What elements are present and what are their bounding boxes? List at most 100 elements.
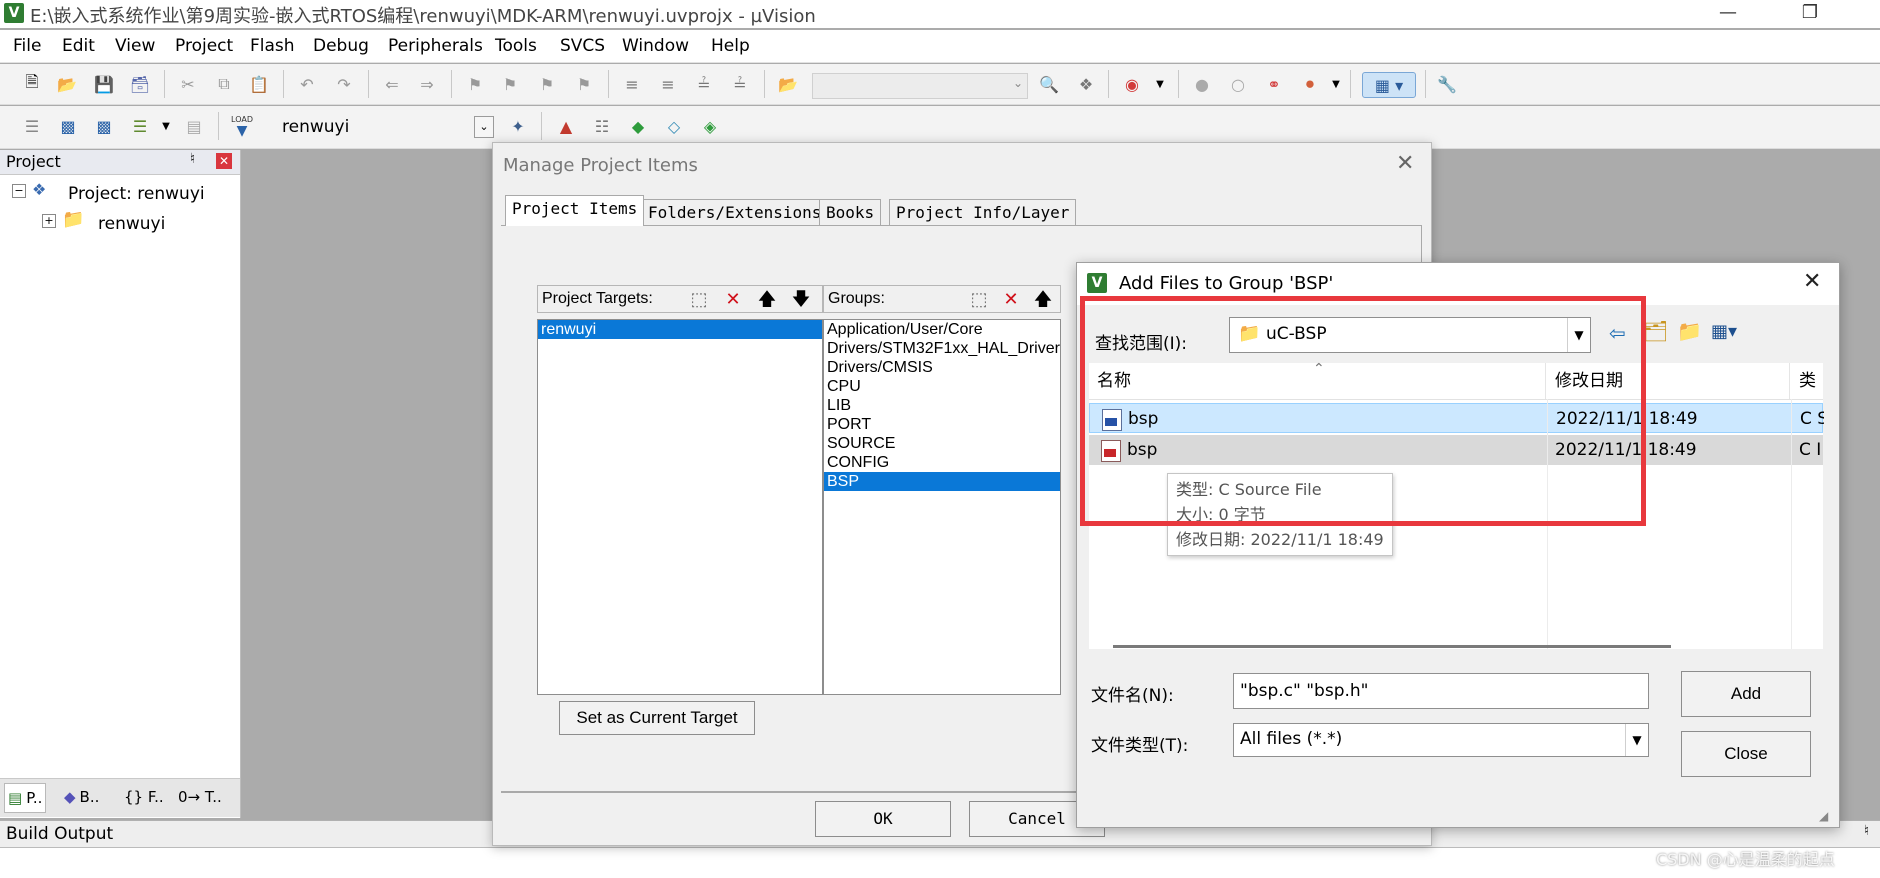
list-item[interactable]: renwuyi [538,320,822,339]
batch-dropdown-icon[interactable]: ▼ [154,114,178,138]
disable-all-breakpoints-icon[interactable]: ⚭ [1262,72,1286,96]
save-all-icon[interactable]: 🗃 [128,72,152,96]
list-item[interactable]: PORT [824,415,1060,434]
breakpoint-dropdown-icon[interactable]: ▼ [1324,72,1348,96]
tab-project-items[interactable]: Project Items [505,195,645,226]
project-target-label[interactable]: renwuyi [98,214,165,234]
incremental-find-icon[interactable]: ❖ [1074,72,1098,96]
add-button[interactable]: Add [1681,671,1811,717]
window-layout-icon[interactable]: ▦ ▾ [1362,72,1416,98]
list-item[interactable]: CPU [824,377,1060,396]
new-folder-icon[interactable]: 📁 [1677,319,1702,343]
up-folder-icon[interactable]: 🗂 [1643,319,1668,343]
delete-icon[interactable]: ✕ [720,286,746,312]
batch-build-icon[interactable]: ☰ [128,114,152,138]
pin-icon[interactable]: ♮ [190,151,195,167]
tab-books[interactable]: Books [819,199,882,226]
run-time-env-icon[interactable]: ◈ [698,114,722,138]
nav-back-icon[interactable]: ⇐ [380,72,404,96]
copy-icon[interactable]: ⧉ [212,72,236,96]
manage-project-items-icon[interactable]: ▲ [554,114,578,138]
chevron-down-icon[interactable]: ▼ [1625,724,1648,756]
filename-input[interactable]: "bsp.c" "bsp.h" [1233,673,1649,709]
file-extensions-icon[interactable]: ☷ [590,114,614,138]
tab-project-info-layer[interactable]: Project Info/Layer [889,199,1077,226]
configure-icon[interactable]: 🔧 [1435,72,1459,96]
list-item[interactable]: CONFIG [824,453,1060,472]
ok-button[interactable]: OK [815,801,951,837]
close-icon[interactable]: ✕ [1803,269,1821,294]
list-item[interactable]: LIB [824,396,1060,415]
tab-templates[interactable]: 0→ T.. [178,783,222,811]
unindent-icon[interactable]: ≡ [656,72,680,96]
new-item-icon[interactable]: ⬚ [966,286,992,312]
comment-icon[interactable]: ≟ [692,72,716,96]
list-item[interactable]: BSP [824,472,1060,491]
nav-forward-icon[interactable]: ⇒ [415,72,439,96]
save-icon[interactable]: 💾 [92,72,116,96]
manage-packs-icon[interactable]: ◆ [626,114,650,138]
menu-project[interactable]: Project [175,36,233,56]
tab-folders-extensions[interactable]: Folders/Extensions [641,199,829,226]
move-up-icon[interactable]: 🡅 [1030,286,1056,312]
tab-project[interactable]: ▤ P.. [4,783,47,813]
move-up-icon[interactable]: 🡅 [754,286,780,312]
menu-file[interactable]: File [13,36,41,56]
list-item[interactable]: Application/User/Core [824,320,1060,339]
menu-svcs[interactable]: SVCS [560,36,605,56]
menu-flash[interactable]: Flash [250,36,295,56]
close-icon[interactable]: ✕ [1396,151,1414,176]
filetype-select[interactable]: All files (*.*) ▼ [1233,723,1649,757]
new-item-icon[interactable]: ⬚ [686,286,712,312]
groups-list[interactable]: Application/User/Core Drivers/STM32F1xx_… [823,319,1061,695]
kill-breakpoints-icon[interactable]: ⚫ [1298,72,1322,96]
uncomment-icon[interactable]: ≟ [728,72,752,96]
disable-breakpoint-icon[interactable]: ○ [1226,72,1250,96]
menu-window[interactable]: Window [622,36,689,56]
tab-books[interactable]: ◆ B.. [64,783,99,811]
debug-session-icon[interactable]: ◉ [1120,72,1144,96]
menu-edit[interactable]: Edit [62,36,95,56]
cut-icon[interactable]: ✂ [176,72,200,96]
menu-view[interactable]: View [115,36,155,56]
new-file-icon[interactable]: 🗎 [20,72,44,96]
prev-bookmark-icon[interactable]: ⚑ [498,72,522,96]
menu-peripherals[interactable]: Peripherals [388,36,483,56]
target-select[interactable]: renwuyi ⌄ [276,114,494,140]
load-icon[interactable]: LOAD ▼ [230,114,254,138]
expand-icon[interactable]: + [42,214,56,228]
debug-dropdown-icon[interactable]: ▼ [1148,72,1172,96]
view-menu-icon[interactable]: ▦▾ [1711,321,1737,342]
bookmark-icon[interactable]: ⚑ [463,72,487,96]
horizontal-scrollbar[interactable] [1113,645,1671,648]
paste-icon[interactable]: 📋 [247,72,271,96]
rebuild-icon[interactable]: ▩ [92,114,116,138]
clear-bookmarks-icon[interactable]: ⚑ [572,72,596,96]
list-item[interactable]: SOURCE [824,434,1060,453]
search-combo[interactable]: ⌄ [812,73,1028,99]
find-in-files-icon[interactable]: 📂 [776,72,800,96]
pin-icon[interactable]: ♮ [1864,823,1869,839]
list-item[interactable]: Drivers/CMSIS [824,358,1060,377]
translate-icon[interactable]: ☰ [20,114,44,138]
resize-grip-icon[interactable]: ◢ [1819,809,1828,823]
menu-tools[interactable]: Tools [495,36,537,56]
column-type[interactable]: 类 [1791,363,1831,399]
stop-build-icon[interactable]: ▤ [182,114,206,138]
next-bookmark-icon[interactable]: ⚑ [535,72,559,96]
minimize-button[interactable]: — [1700,0,1756,28]
chevron-down-icon[interactable]: ⌄ [474,116,494,138]
collapse-icon[interactable]: − [12,184,26,198]
find-icon[interactable]: 🔍 [1037,72,1061,96]
project-root-label[interactable]: Project: renwuyi [68,184,205,204]
redo-icon[interactable]: ↷ [332,72,356,96]
list-item[interactable]: Drivers/STM32F1xx_HAL_Driver [824,339,1060,358]
close-icon[interactable]: ✕ [216,153,232,169]
move-down-icon[interactable]: 🡇 [788,286,814,312]
menu-help[interactable]: Help [711,36,750,56]
select-packs-icon[interactable]: ◇ [662,114,686,138]
close-button[interactable]: Close [1681,731,1811,777]
build-icon[interactable]: ▩ [56,114,80,138]
targets-list[interactable]: renwuyi [537,319,823,695]
restore-button[interactable]: ❐ [1782,0,1838,28]
